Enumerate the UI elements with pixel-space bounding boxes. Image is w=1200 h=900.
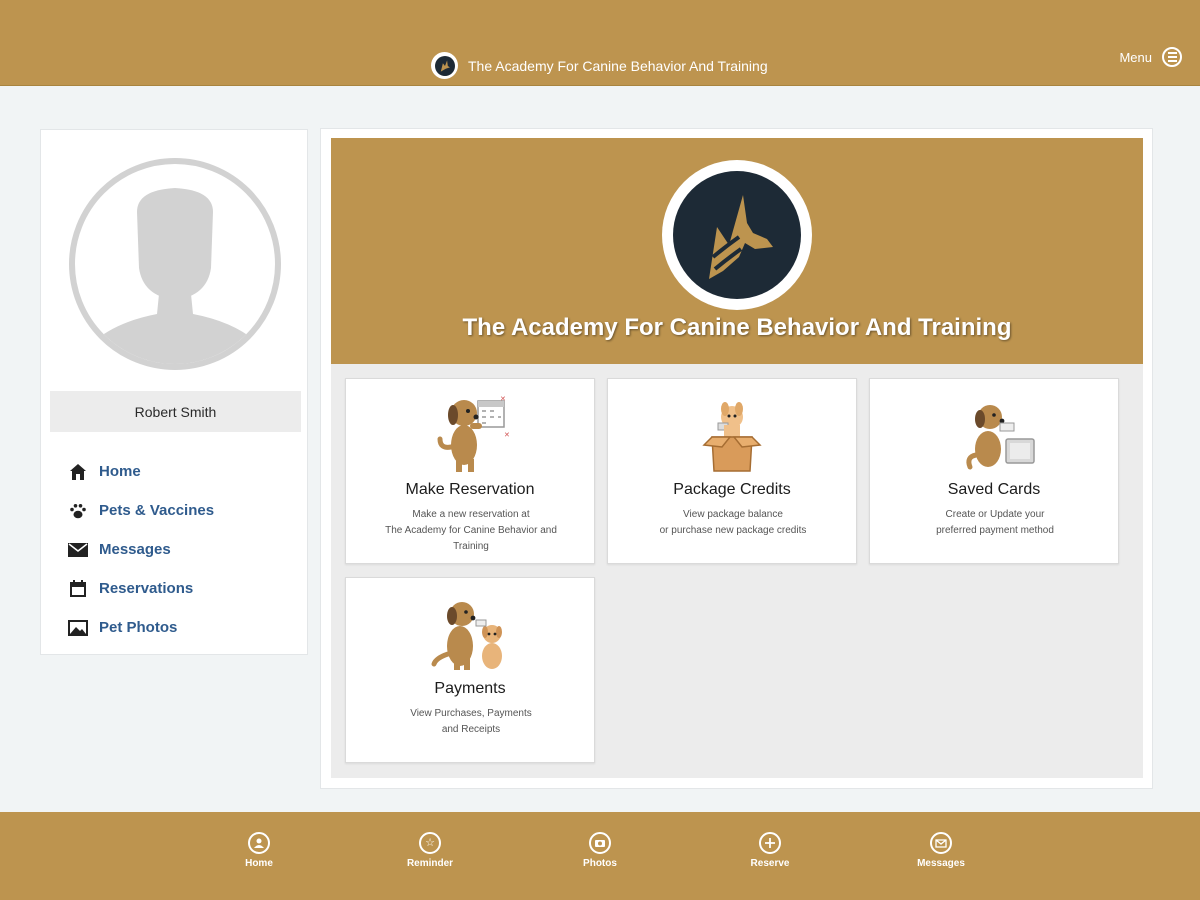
sidebar-item-reservations[interactable]: Reservations xyxy=(67,569,214,608)
sidebar-item-messages[interactable]: Messages xyxy=(67,530,214,569)
academy-logo-icon xyxy=(662,160,812,310)
sidebar-item-label: Pet Photos xyxy=(99,619,178,636)
bottom-nav: Home ☆ Reminder Photos Reserve Messages xyxy=(0,812,1200,900)
hero-banner: The Academy For Canine Behavior And Trai… xyxy=(331,138,1143,364)
dog-box-icon xyxy=(608,393,856,473)
main-content: The Academy For Canine Behavior And Trai… xyxy=(331,138,1143,778)
tab-home[interactable]: Home xyxy=(214,832,304,869)
menu-label: Menu xyxy=(1119,49,1152,65)
dog-calendar-icon: ✕ ✕ xyxy=(346,393,594,473)
card-title: Payments xyxy=(434,680,506,697)
avatar xyxy=(69,158,281,370)
tab-label: Messages xyxy=(917,858,965,869)
hamburger-icon xyxy=(1162,47,1182,67)
tab-reserve[interactable]: Reserve xyxy=(725,832,815,869)
sidebar-item-home[interactable]: Home xyxy=(67,452,214,491)
envelope-icon xyxy=(67,539,89,561)
dog-card-icon xyxy=(870,393,1118,473)
header-title: The Academy For Canine Behavior And Trai… xyxy=(468,57,768,74)
sidebar-item-label: Pets & Vaccines xyxy=(99,502,215,519)
card-description: Make a new reservation at The Academy fo… xyxy=(385,509,557,552)
sidebar-item-label: Home xyxy=(99,463,141,480)
card-description: View package balance or purchase new pac… xyxy=(659,509,807,536)
tab-label: Reserve xyxy=(750,858,790,869)
sidebar: Robert Smith Home Pets & Vaccines Messag… xyxy=(40,129,308,655)
user-name: Robert Smith xyxy=(50,391,301,432)
card-description: Create or Update your preferred payment … xyxy=(936,509,1054,536)
sidebar-nav: Home Pets & Vaccines Messages Reservatio… xyxy=(67,452,214,647)
tab-label: Reminder xyxy=(406,858,454,869)
home-icon xyxy=(67,461,89,483)
sidebar-item-label: Messages xyxy=(99,541,171,558)
make-reservation-card[interactable]: ✕ ✕ Make Reservation Make a new reservat… xyxy=(345,378,595,564)
envelope-circle-icon xyxy=(930,832,952,854)
header-brand[interactable]: The Academy For Canine Behavior And Trai… xyxy=(431,52,768,79)
plus-circle-icon xyxy=(759,832,781,854)
tab-photos[interactable]: Photos xyxy=(555,832,645,869)
brand-logo-icon xyxy=(431,52,458,79)
svg-text:✕: ✕ xyxy=(500,396,506,403)
paw-icon xyxy=(67,500,89,522)
dog-puppy-icon xyxy=(346,592,594,672)
sidebar-item-label: Reservations xyxy=(99,580,194,597)
top-bar: The Academy For Canine Behavior And Trai… xyxy=(0,0,1200,86)
calendar-icon xyxy=(67,578,89,600)
package-credits-card[interactable]: Package Credits View package balance or … xyxy=(607,378,857,564)
card-title: Saved Cards xyxy=(947,481,1041,498)
svg-text:✕: ✕ xyxy=(504,432,510,439)
tab-label: Home xyxy=(245,858,273,869)
payments-card[interactable]: Payments View Purchases, Payments and Re… xyxy=(345,577,595,763)
card-title: Make Reservation xyxy=(405,481,535,498)
sidebar-item-pets-vaccines[interactable]: Pets & Vaccines xyxy=(67,491,214,530)
tab-reminder[interactable]: ☆ Reminder xyxy=(385,832,475,869)
home-circle-icon xyxy=(248,832,270,854)
sidebar-item-pet-photos[interactable]: Pet Photos xyxy=(67,608,214,647)
menu-button[interactable]: Menu xyxy=(1119,47,1182,67)
photo-icon xyxy=(67,617,89,639)
tab-messages[interactable]: Messages xyxy=(896,832,986,869)
camera-circle-icon xyxy=(589,832,611,854)
tab-label: Photos xyxy=(583,858,617,869)
star-circle-icon: ☆ xyxy=(419,832,441,854)
card-description: View Purchases, Payments and Receipts xyxy=(410,708,532,735)
saved-cards-card[interactable]: Saved Cards Create or Update your prefer… xyxy=(869,378,1119,564)
hero-title: The Academy For Canine Behavior And Trai… xyxy=(462,314,1012,341)
card-title: Package Credits xyxy=(673,481,791,498)
